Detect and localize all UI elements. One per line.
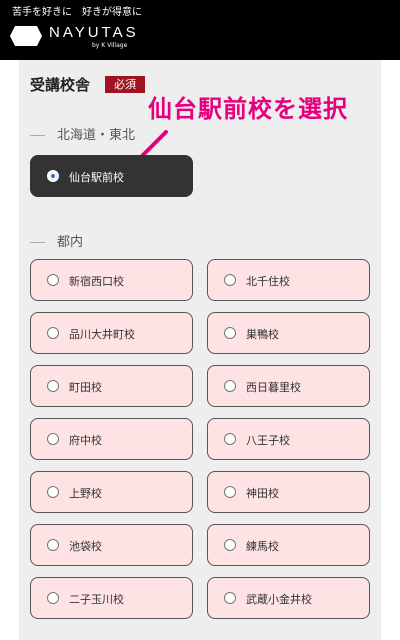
site-logo-subtitle: by K Village: [92, 42, 128, 49]
campus-option[interactable]: 練馬校: [207, 524, 370, 566]
campus-option[interactable]: 西日暮里校: [207, 365, 370, 407]
site-header: 苦手を好きに 好きが得意に NAYUTAS by K Village: [0, 0, 400, 60]
radio-icon[interactable]: [224, 433, 236, 445]
campus-option-label: 仙台駅前校: [69, 171, 124, 184]
campus-option[interactable]: 府中校: [30, 418, 193, 460]
divider: [30, 242, 45, 243]
radio-icon[interactable]: [224, 539, 236, 551]
campus-option-label: 二子玉川校: [69, 593, 124, 606]
divider: [30, 135, 45, 136]
campus-option[interactable]: 新宿西口校: [30, 259, 193, 301]
campus-option-label: 八王子校: [246, 434, 290, 447]
region-heading-label: 北海道・東北: [57, 128, 136, 143]
required-badge: 必須: [105, 76, 145, 93]
campus-option-label: 上野校: [69, 487, 102, 500]
hexagon-logo-icon: [10, 26, 42, 46]
region-heading-tokyo: 都内: [30, 231, 83, 250]
campus-option[interactable]: 八王子校: [207, 418, 370, 460]
campus-option[interactable]: 品川大井町校: [30, 312, 193, 354]
radio-icon[interactable]: [224, 592, 236, 604]
campus-option-label: 武蔵小金井校: [246, 593, 312, 606]
campus-option[interactable]: 神田校: [207, 471, 370, 513]
radio-icon[interactable]: [47, 380, 59, 392]
radio-icon[interactable]: [47, 327, 59, 339]
campus-option-label: 巣鴨校: [246, 328, 279, 341]
site-logo[interactable]: NAYUTAS: [49, 24, 139, 41]
campus-option[interactable]: 上野校: [30, 471, 193, 513]
radio-icon[interactable]: [47, 486, 59, 498]
radio-icon[interactable]: [47, 592, 59, 604]
annotation-callout: 仙台駅前校を選択: [148, 95, 348, 123]
site-tagline: 苦手を好きに 好きが得意に: [12, 7, 142, 18]
radio-icon[interactable]: [47, 274, 59, 286]
campus-option[interactable]: 巣鴨校: [207, 312, 370, 354]
campus-option-label: 北千住校: [246, 275, 290, 288]
radio-icon[interactable]: [224, 274, 236, 286]
campus-option-label: 府中校: [69, 434, 102, 447]
radio-selected-icon[interactable]: [47, 170, 59, 182]
campus-option[interactable]: 町田校: [30, 365, 193, 407]
radio-icon[interactable]: [224, 486, 236, 498]
campus-option-label: 池袋校: [69, 540, 102, 553]
campus-option-label: 神田校: [246, 487, 279, 500]
campus-option-label: 練馬校: [246, 540, 279, 553]
campus-option-label: 西日暮里校: [246, 381, 301, 394]
radio-icon[interactable]: [224, 327, 236, 339]
radio-icon[interactable]: [47, 433, 59, 445]
region-heading-label: 都内: [57, 235, 84, 250]
campus-option[interactable]: 池袋校: [30, 524, 193, 566]
campus-option[interactable]: 二子玉川校: [30, 577, 193, 619]
field-label-campus: 受講校舎: [30, 76, 91, 94]
campus-option[interactable]: 北千住校: [207, 259, 370, 301]
radio-icon[interactable]: [224, 380, 236, 392]
campus-option-label: 町田校: [69, 381, 102, 394]
campus-option-label: 品川大井町校: [69, 328, 135, 341]
region-heading-tohoku: 北海道・東北: [30, 124, 135, 143]
radio-icon[interactable]: [47, 539, 59, 551]
campus-option-sendai-ekimae[interactable]: 仙台駅前校: [30, 155, 193, 197]
campus-option-label: 新宿西口校: [69, 275, 124, 288]
campus-option[interactable]: 武蔵小金井校: [207, 577, 370, 619]
